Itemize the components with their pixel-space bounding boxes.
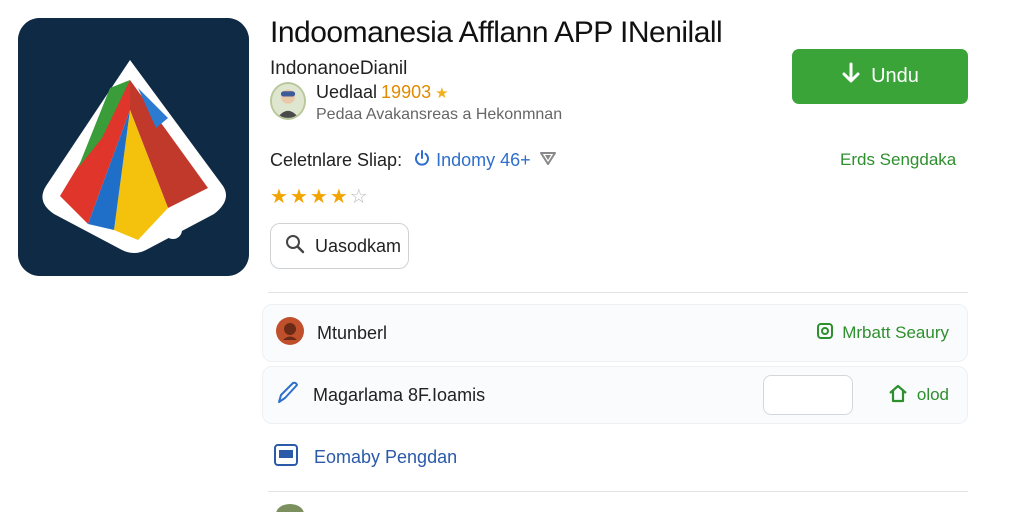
list-item-icon: [276, 504, 304, 512]
list-item[interactable]: Magarlama 8F.Ioamis olod: [262, 366, 968, 424]
list-item-label: Mtunberl: [317, 322, 388, 343]
card-icon: [274, 443, 298, 471]
download-button[interactable]: Undu: [792, 49, 968, 104]
star-icon: ★: [289, 186, 310, 208]
list-item-label: Eomaby Pengdan: [314, 446, 458, 467]
row-action[interactable]: olod: [887, 383, 949, 408]
category-row: Celetnlare Sliap: Indomy 46+: [270, 150, 557, 171]
row-action-label: olod: [916, 385, 949, 404]
row-action-label: Mrbatt Seaury: [842, 323, 949, 342]
star-icon: ★: [435, 84, 449, 102]
home-icon: [887, 383, 909, 408]
side-link[interactable]: Erds Sengdaka: [840, 150, 956, 170]
avatar[interactable]: [270, 82, 306, 120]
download-label: Undu: [871, 65, 919, 87]
list-item-label: Magarlama 8F.Ioamis: [313, 384, 486, 405]
pencil-icon: [275, 380, 301, 411]
list-item[interactable]: Eomaby Pengdan: [262, 432, 968, 482]
power-icon: [414, 150, 430, 171]
category-label: Celetnlare Sliap:: [270, 150, 403, 170]
download-icon: [841, 62, 861, 92]
divider: [268, 292, 968, 293]
shield-icon: [539, 150, 557, 171]
category-value-text: Indomy 46+: [436, 150, 531, 170]
list-item[interactable]: Mtunberl Mrbatt Seaury: [262, 304, 968, 362]
app-title: Indoomanesia Afflann APP INenilall: [270, 16, 723, 49]
author-name: Uedlaal: [316, 82, 378, 102]
star-icon: ★: [270, 186, 290, 208]
inline-input-field[interactable]: [763, 375, 853, 415]
author-rating: 19903: [381, 82, 432, 102]
author-row: Uedlaal 19903 ★ Pedaa Avakansreas a Heko…: [270, 82, 562, 124]
profile-icon: [275, 316, 305, 351]
search-label: Uasodkam: [315, 235, 402, 256]
divider: [268, 491, 968, 492]
star-outline-icon: ☆: [349, 186, 370, 208]
search-button[interactable]: Uasodkam: [270, 223, 409, 269]
app-logo-icon: [18, 18, 249, 276]
developer-name[interactable]: IndonanoeDianil: [270, 58, 407, 80]
star-icon: ★: [329, 186, 350, 208]
rating-stars: ★★★★☆: [270, 184, 370, 209]
search-icon: [285, 234, 305, 259]
security-icon: [816, 322, 834, 345]
star-icon: ★: [309, 186, 330, 208]
category-value[interactable]: Indomy 46+: [414, 150, 531, 171]
row-action[interactable]: Mrbatt Seaury: [816, 322, 949, 345]
author-subtitle: Pedaa Avakansreas a Hekonmnan: [316, 106, 563, 123]
